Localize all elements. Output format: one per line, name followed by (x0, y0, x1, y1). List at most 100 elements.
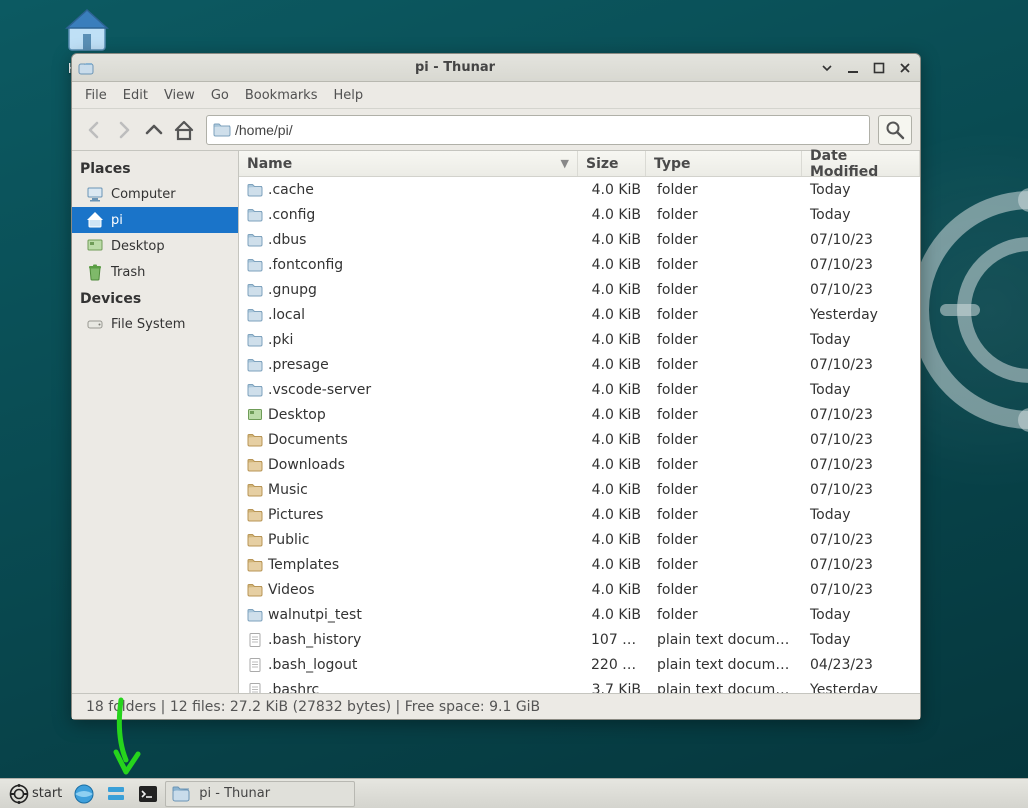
file-type: folder (649, 507, 802, 523)
file-name: .bash_logout (268, 657, 357, 673)
file-name: Desktop (268, 407, 326, 423)
file-listing: Name▼ Size Type Date Modified .cache4.0 … (239, 151, 920, 693)
search-button[interactable] (878, 115, 912, 145)
file-row[interactable]: .presage4.0 KiBfolder07/10/23 (239, 352, 920, 377)
window-maximize-button[interactable] (870, 59, 888, 77)
file-name: .fontconfig (268, 257, 343, 273)
column-size[interactable]: Size (578, 151, 646, 176)
file-row[interactable]: Pictures4.0 KiBfolderToday (239, 502, 920, 527)
search-icon (885, 120, 905, 140)
nav-back-button[interactable] (80, 116, 108, 144)
file-row[interactable]: .bash_history107 bytesplain text documen… (239, 627, 920, 652)
file-type: folder (649, 357, 802, 373)
folder-icon (247, 607, 263, 623)
computer-icon (86, 185, 104, 203)
sidebar-item-label: Trash (111, 265, 145, 280)
nav-up-button[interactable] (140, 116, 168, 144)
file-row[interactable]: .dbus4.0 KiBfolder07/10/23 (239, 227, 920, 252)
file-date: 04/23/23 (802, 657, 920, 673)
sidebar-item-file-system[interactable]: File System (72, 311, 238, 337)
file-row[interactable]: .pki4.0 KiBfolderToday (239, 327, 920, 352)
menu-go[interactable]: Go (203, 84, 237, 107)
file-row[interactable]: walnutpi_test4.0 KiBfolderToday (239, 602, 920, 627)
file-size: 4.0 KiB (583, 257, 649, 273)
file-type: folder (649, 207, 802, 223)
path-bar[interactable] (206, 115, 870, 145)
file-row[interactable]: Music4.0 KiBfolder07/10/23 (239, 477, 920, 502)
sidebar-item-trash[interactable]: Trash (72, 259, 238, 285)
column-date[interactable]: Date Modified (802, 151, 920, 176)
taskbar-terminal-button[interactable] (133, 781, 163, 807)
file-row[interactable]: Public4.0 KiBfolder07/10/23 (239, 527, 920, 552)
sidebar-item-label: pi (111, 213, 123, 228)
sidebar-item-desktop[interactable]: Desktop (72, 233, 238, 259)
file-type: folder (649, 482, 802, 498)
menu-file[interactable]: File (77, 84, 115, 107)
folder-icon (247, 357, 263, 373)
menu-help[interactable]: Help (325, 84, 371, 107)
file-size: 107 bytes (583, 632, 649, 648)
file-name: Public (268, 532, 309, 548)
file-row[interactable]: Documents4.0 KiBfolder07/10/23 (239, 427, 920, 452)
menu-view[interactable]: View (156, 84, 203, 107)
nav-forward-button[interactable] (110, 116, 138, 144)
file-row[interactable]: .cache4.0 KiBfolderToday (239, 177, 920, 202)
file-type: plain text document (649, 682, 802, 694)
file-date: Today (802, 507, 920, 523)
text-icon (247, 657, 263, 673)
globe-icon (74, 784, 94, 804)
file-size: 4.0 KiB (583, 382, 649, 398)
file-row[interactable]: .local4.0 KiBfolderYesterday (239, 302, 920, 327)
file-name: .dbus (268, 232, 306, 248)
ufolder-icon (247, 532, 263, 548)
file-row[interactable]: .config4.0 KiBfolderToday (239, 202, 920, 227)
column-type[interactable]: Type (646, 151, 802, 176)
file-row[interactable]: .fontconfig4.0 KiBfolder07/10/23 (239, 252, 920, 277)
window-minimize-button[interactable] (844, 59, 862, 77)
folder-icon (213, 122, 231, 138)
menu-edit[interactable]: Edit (115, 84, 156, 107)
file-size: 4.0 KiB (583, 357, 649, 373)
start-button[interactable]: start (4, 781, 67, 807)
file-row[interactable]: Desktop4.0 KiBfolder07/10/23 (239, 402, 920, 427)
folder-icon (247, 257, 263, 273)
drive-icon (86, 315, 104, 333)
file-date: Today (802, 332, 920, 348)
file-row[interactable]: Videos4.0 KiBfolder07/10/23 (239, 577, 920, 602)
window-menu-button[interactable] (818, 59, 836, 77)
file-size: 4.0 KiB (583, 482, 649, 498)
menu-bookmarks[interactable]: Bookmarks (237, 84, 326, 107)
file-row[interactable]: .bashrc3.7 KiBplain text documentYesterd… (239, 677, 920, 693)
file-name: Templates (268, 557, 339, 573)
file-row[interactable]: .vscode-server4.0 KiBfolderToday (239, 377, 920, 402)
home-icon (86, 211, 104, 229)
file-name: Music (268, 482, 308, 498)
file-type: folder (649, 557, 802, 573)
file-row[interactable]: Templates4.0 KiBfolder07/10/23 (239, 552, 920, 577)
file-date: 07/10/23 (802, 357, 920, 373)
taskbar-files-button[interactable] (101, 781, 131, 807)
nav-home-button[interactable] (170, 116, 198, 144)
file-type: folder (649, 407, 802, 423)
file-row[interactable]: .bash_logout220 bytesplain text document… (239, 652, 920, 677)
file-date: 07/10/23 (802, 582, 920, 598)
window-close-button[interactable] (896, 59, 914, 77)
file-rows[interactable]: .cache4.0 KiBfolderToday.config4.0 KiBfo… (239, 177, 920, 693)
taskbar-browser-button[interactable] (69, 781, 99, 807)
file-name: Downloads (268, 457, 345, 473)
file-row[interactable]: Downloads4.0 KiBfolder07/10/23 (239, 452, 920, 477)
terminal-icon (138, 784, 158, 804)
column-name[interactable]: Name▼ (239, 151, 578, 176)
file-date: Today (802, 607, 920, 623)
file-row[interactable]: .gnupg4.0 KiBfolder07/10/23 (239, 277, 920, 302)
path-input[interactable] (235, 122, 863, 138)
file-name: .bashrc (268, 682, 319, 694)
titlebar[interactable]: pi - Thunar (72, 54, 920, 82)
taskbar-task-thunar[interactable]: pi - Thunar (165, 781, 355, 807)
window-app-icon (78, 60, 94, 76)
desktop-icon (86, 237, 104, 255)
sidebar-item-pi[interactable]: pi (72, 207, 238, 233)
folder-icon (247, 182, 263, 198)
sidebar-item-computer[interactable]: Computer (72, 181, 238, 207)
file-date: 07/10/23 (802, 432, 920, 448)
